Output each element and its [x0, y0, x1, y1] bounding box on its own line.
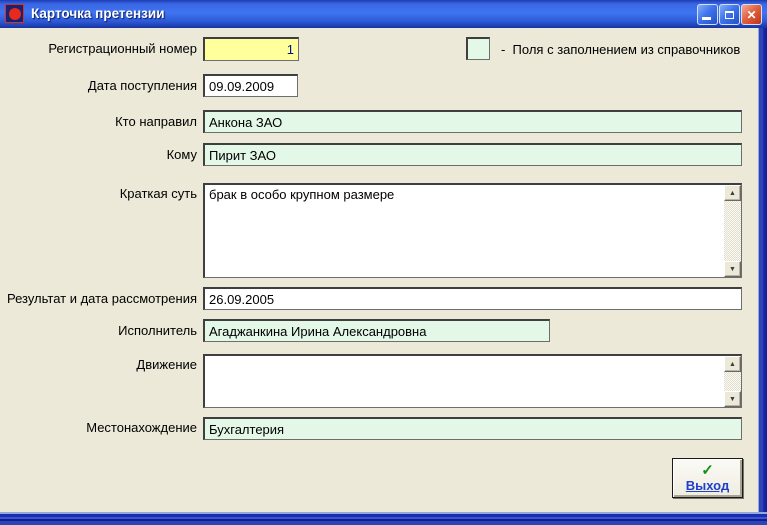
scroll-down-icon: ▼: [729, 395, 736, 403]
field-label-date: Дата поступления: [87, 78, 197, 93]
scroll-up-icon: ▲: [729, 189, 736, 197]
field-label-summary: Краткая суть: [119, 186, 197, 201]
exit-button[interactable]: ✓ Выход: [672, 458, 743, 498]
app-icon[interactable]: [5, 4, 24, 23]
movement-textarea[interactable]: ▲ ▼: [203, 354, 742, 408]
window-title: Карточка претензии: [31, 6, 165, 21]
location-input[interactable]: [203, 417, 742, 440]
scroll-up-button[interactable]: ▲: [724, 185, 741, 201]
window-border-right: [758, 28, 767, 525]
maximize-button[interactable]: [719, 4, 740, 25]
claim-card-window: Карточка претензии ✕ Регистрационный ном…: [0, 0, 767, 525]
maximize-icon: [725, 10, 734, 19]
recipient-input[interactable]: [203, 143, 742, 166]
minimize-button[interactable]: [697, 4, 718, 25]
field-label-sender: Кто направил: [115, 114, 197, 129]
window-border-bottom: [0, 512, 767, 525]
reg-number-input[interactable]: [203, 37, 299, 61]
scrollbar-track[interactable]: [724, 201, 741, 261]
close-button[interactable]: ✕: [741, 4, 762, 25]
date-received-input[interactable]: [203, 74, 298, 97]
scroll-down-icon: ▼: [729, 265, 736, 273]
minimize-icon: [702, 17, 711, 20]
legend-text: - Поля с заполнением из справочников: [501, 42, 741, 57]
scroll-up-button[interactable]: ▲: [724, 356, 741, 372]
field-label-recipient: Кому: [166, 147, 197, 162]
scroll-down-button[interactable]: ▼: [724, 391, 741, 407]
close-icon: ✕: [746, 7, 757, 22]
scroll-down-button[interactable]: ▼: [724, 261, 741, 277]
check-icon: ✓: [701, 462, 714, 479]
field-label-location: Местонахождение: [86, 420, 197, 435]
summary-textarea[interactable]: брак в особо крупном размере ▲ ▼: [203, 183, 742, 278]
field-label-executor: Исполнитель: [118, 323, 197, 338]
result-date-input[interactable]: [203, 287, 742, 310]
field-label-result: Результат и дата рассмотрения: [6, 291, 197, 306]
summary-text: брак в особо крупном размере: [209, 187, 395, 202]
field-label-reg-number: Регистрационный номер: [48, 41, 197, 56]
red-dot-icon: [8, 7, 21, 20]
scrollbar-track[interactable]: [724, 372, 741, 391]
executor-input[interactable]: [203, 319, 550, 342]
movement-text: [205, 356, 724, 407]
summary-scrollbar[interactable]: ▲ ▼: [724, 185, 741, 277]
scroll-up-icon: ▲: [729, 360, 736, 368]
exit-button-label: Выход: [685, 478, 730, 493]
movement-scrollbar[interactable]: ▲ ▼: [724, 356, 741, 407]
legend-swatch: [466, 37, 490, 60]
sender-input[interactable]: [203, 110, 742, 133]
titlebar: Карточка претензии ✕: [0, 0, 767, 28]
field-label-movement: Движение: [136, 357, 197, 372]
